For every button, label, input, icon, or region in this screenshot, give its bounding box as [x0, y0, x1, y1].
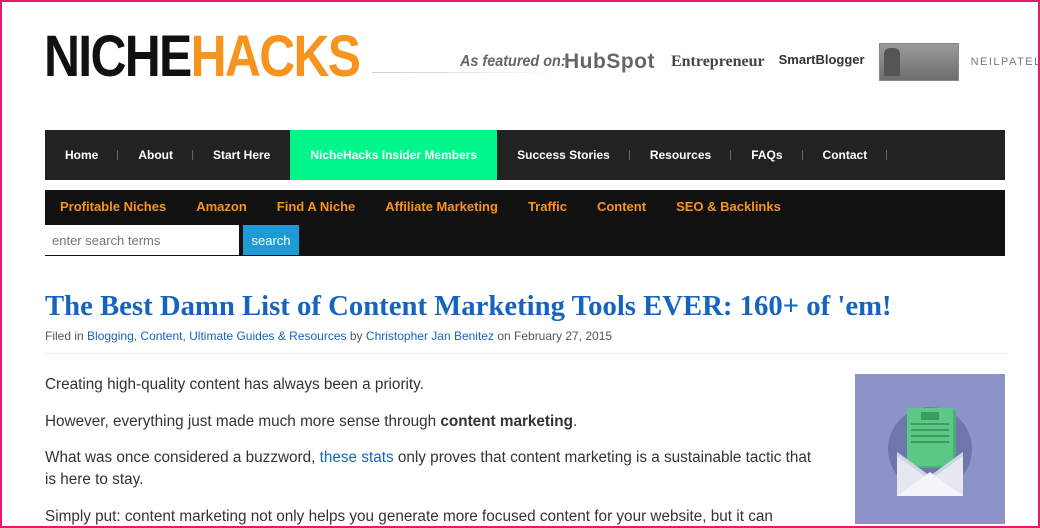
paragraph: However, everything just made much more … [45, 412, 578, 430]
huffington-post-logo [878, 43, 959, 81]
envelope-icon [888, 407, 972, 496]
paragraph: Creating high-quality content has always… [45, 376, 424, 393]
article-meta: Filed in Blogging, Content, Ultimate Gui… [45, 329, 613, 343]
featured-on-bar: As featured on: HubSpot Entrepreneur Sma… [460, 42, 1040, 82]
category-link-content[interactable]: Content [140, 329, 182, 343]
nav-start-here[interactable]: Start Here [193, 130, 290, 180]
smartblogger-logo: SmartBlogger [778, 51, 865, 67]
search-button[interactable]: search [243, 225, 299, 255]
hubspot-logo: HubSpot [564, 50, 655, 73]
category-link-ultimate-guides[interactable]: Ultimate Guides & Resources [189, 329, 346, 343]
meta-divider [45, 353, 1005, 354]
featured-label: As featured on: [460, 53, 566, 70]
nav-insider-members[interactable]: NicheHacks Insider Members [290, 130, 498, 180]
nav-home[interactable]: Home [45, 130, 119, 180]
cat-affiliate-marketing[interactable]: Affiliate Marketing [370, 199, 513, 214]
envelope-money-illustration [855, 374, 1005, 524]
nav-faqs[interactable]: FAQs [731, 130, 803, 180]
nav-success-stories[interactable]: Success Stories [497, 130, 630, 180]
cat-seo-backlinks[interactable]: SEO & Backlinks [661, 199, 796, 214]
entrepreneur-logo: Entrepreneur [670, 53, 765, 70]
paragraph: What was once considered a buzzword, the… [45, 449, 812, 488]
paragraph: Simply put: content marketing not only h… [45, 507, 773, 525]
category-link-blogging[interactable]: Blogging [87, 329, 134, 343]
person-silhouette-icon [883, 48, 900, 76]
cat-content[interactable]: Content [582, 199, 661, 214]
cat-amazon[interactable]: Amazon [181, 199, 262, 214]
neilpatel-logo: NEILPATEL [970, 56, 1040, 68]
nav-contact[interactable]: Contact [803, 130, 888, 180]
article-title[interactable]: The Best Damn List of Content Marketing … [45, 286, 892, 326]
cat-find-a-niche[interactable]: Find A Niche [262, 199, 370, 214]
category-nav: Profitable Niches Amazon Find A Niche Af… [45, 190, 1005, 256]
site-logo[interactable]: NICHEHACKS [44, 22, 361, 92]
nav-about[interactable]: About [118, 130, 193, 180]
page-frame: NICHEHACKS As featured on: HubSpot Entre… [0, 0, 1040, 528]
cat-traffic[interactable]: Traffic [513, 199, 582, 214]
cat-profitable-niches[interactable]: Profitable Niches [45, 199, 181, 214]
publish-date: on February 27, 2015 [497, 329, 613, 343]
author-link[interactable]: Christopher Jan Benitez [366, 329, 494, 343]
search-form: search [45, 225, 299, 255]
nav-resources[interactable]: Resources [630, 130, 732, 180]
search-input[interactable] [45, 225, 239, 255]
main-nav: Home About Start Here NicheHacks Insider… [45, 130, 1005, 180]
stats-link[interactable]: these stats [320, 449, 394, 466]
article-body: Creating high-quality content has always… [45, 374, 825, 526]
